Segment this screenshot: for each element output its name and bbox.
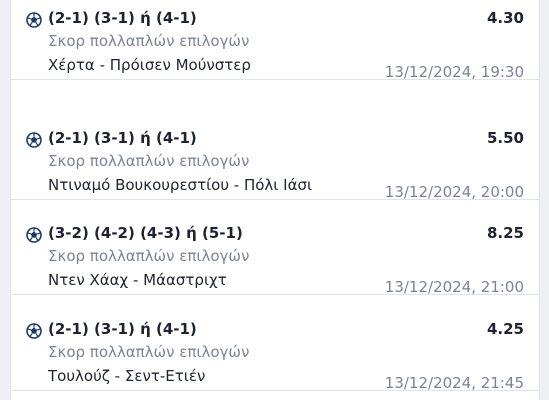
bet-selection-list: (2-1) (3-1) ή (4-1) Σκορ πολλαπλών επιλο… [10,0,540,400]
bet-selection: (2-1) (3-1) ή (4-1) [48,9,197,27]
bet-selection: (3-2) (4-2) (4-3) ή (5-1) [48,224,243,242]
bet-item[interactable]: (2-1) (3-1) ή (4-1) Σκορ πολλαπλών επιλο… [11,0,539,81]
bet-market: Σκορ πολλαπλών επιλογών [48,247,250,265]
bet-datetime: 13/12/2024, 21:00 [384,278,524,296]
bet-event: Χέρτα - Πρόισεν Μούνστερ [48,56,251,74]
bet-odds: 4.25 [486,320,524,338]
bet-odds: 8.25 [486,224,524,242]
bet-item[interactable]: (2-1) (3-1) ή (4-1) Σκορ πολλαπλών επιλο… [11,106,539,201]
bet-selection: (2-1) (3-1) ή (4-1) [48,129,197,147]
bet-market: Σκορ πολλαπλών επιλογών [48,32,250,50]
bet-selection: (2-1) (3-1) ή (4-1) [48,320,197,338]
football-icon [26,12,42,28]
bet-market: Σκορ πολλαπλών επιλογών [48,343,250,361]
bet-item[interactable]: (2-1) (3-1) ή (4-1) Σκορ πολλαπλών επιλο… [11,297,539,392]
bet-event: Τουλούζ - Σεντ-Ετιέν [48,367,206,385]
bet-item[interactable]: (3-2) (4-2) (4-3) ή (5-1) Σκορ πολλαπλών… [11,201,539,296]
football-icon [26,132,42,148]
bet-datetime: 13/12/2024, 19:30 [384,63,524,81]
bet-datetime: 13/12/2024, 21:45 [384,374,524,392]
football-icon [26,323,42,339]
bet-odds: 5.50 [486,129,524,147]
bet-odds: 4.30 [486,9,524,27]
bet-datetime: 13/12/2024, 20:00 [384,183,524,201]
bet-market: Σκορ πολλαπλών επιλογών [48,152,250,170]
bet-event: Ντεν Χάαχ - Μάαστριχτ [48,271,227,289]
football-icon [26,227,42,243]
bet-event: Ντιναμό Βουκουρεστίου - Πόλι Ιάσι [48,176,313,194]
